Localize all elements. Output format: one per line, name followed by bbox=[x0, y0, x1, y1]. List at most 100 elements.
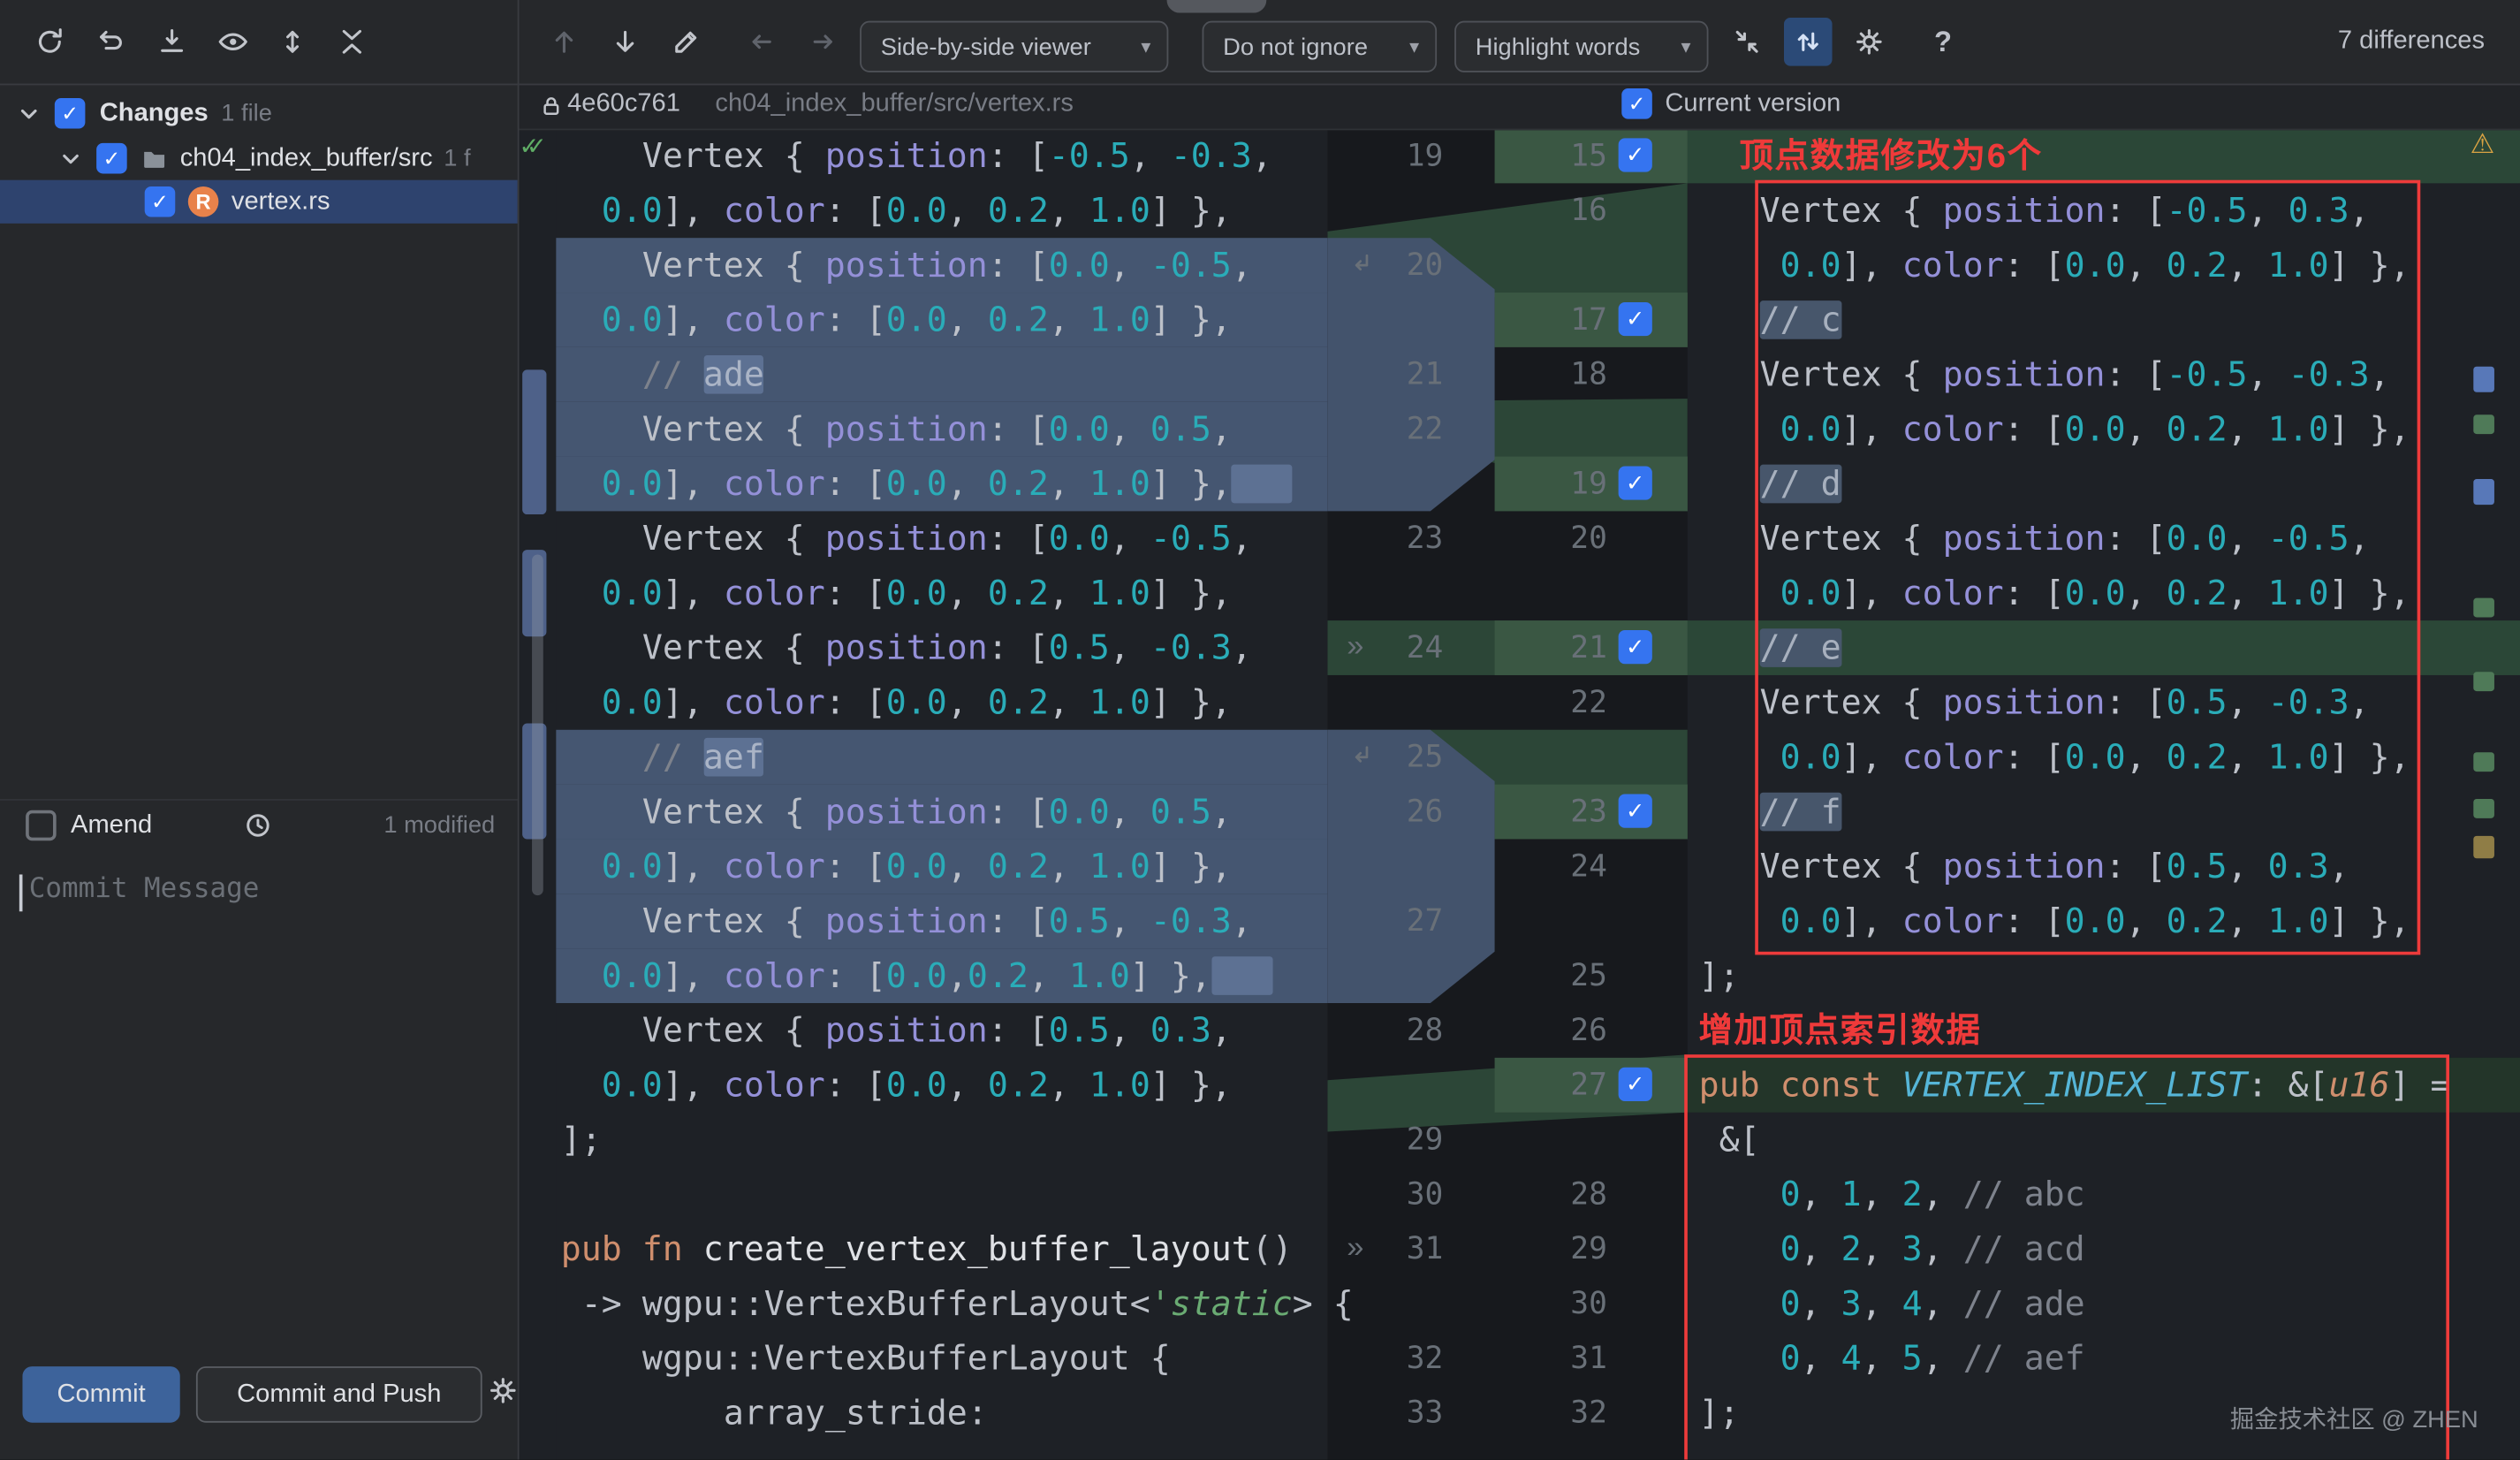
rollback-icon[interactable] bbox=[92, 22, 131, 61]
diff-row-right[interactable]: 0, 4, 5, // aef bbox=[1688, 1331, 2520, 1386]
code-line-left[interactable]: -> wgpu::VertexBufferLayout<'static> { bbox=[556, 1276, 1354, 1331]
diff-row-left[interactable]: 0.0], color: [0.0, 0.2, 1.0] }, bbox=[556, 293, 1328, 347]
diff-row-left[interactable]: wgpu::VertexBufferLayout { bbox=[556, 1331, 1327, 1386]
code-line-left[interactable]: 0.0], color: [0.0, 0.2, 1.0] }, bbox=[556, 293, 1327, 347]
changes-checkbox[interactable] bbox=[54, 97, 86, 129]
panel-divider[interactable] bbox=[517, 0, 520, 1460]
diff-chunk-checkbox[interactable] bbox=[1618, 466, 1652, 500]
code-line-left[interactable]: Vertex { position: [0.0, -0.5, bbox=[556, 511, 1327, 566]
commit-options-gear-icon[interactable] bbox=[487, 1374, 519, 1406]
diff-row-left[interactable]: // aef bbox=[556, 729, 1328, 785]
code-line-right[interactable]: 顶点数据修改为6个 bbox=[1688, 129, 2520, 186]
diff-row-left[interactable]: -> wgpu::VertexBufferLayout<'static> { bbox=[556, 1276, 1354, 1331]
diff-row-left[interactable]: Vertex { position: [0.0, 0.5, bbox=[556, 784, 1328, 840]
diff-row-left[interactable] bbox=[556, 1167, 1327, 1222]
code-line-right[interactable]: ]; bbox=[1688, 1386, 2520, 1441]
diff-row-right[interactable]: // d bbox=[1688, 457, 2520, 512]
current-version-checkbox[interactable] bbox=[1621, 88, 1652, 119]
expand-all-icon[interactable] bbox=[273, 22, 312, 61]
sync-scroll-icon[interactable] bbox=[1783, 18, 1833, 66]
diff-row-right[interactable]: 0.0], color: [0.0, 0.2, 1.0] }, bbox=[1688, 402, 2520, 457]
code-line-right[interactable]: &[ bbox=[1688, 1113, 2520, 1167]
stripe-mark[interactable] bbox=[2473, 479, 2494, 506]
code-line-left[interactable]: // ade bbox=[556, 347, 1327, 402]
code-line-left[interactable]: Vertex { position: [0.0, -0.5, bbox=[556, 238, 1327, 293]
chevron-down-icon[interactable] bbox=[16, 101, 42, 126]
code-line-right[interactable]: 0, 2, 3, // acd bbox=[1688, 1221, 2520, 1276]
code-line-left[interactable]: 0.0], color: [0.0, 0.2, 1.0] }, bbox=[556, 457, 1327, 512]
code-line-left[interactable]: 0.0], color: [0.0, 0.2, 1.0] }, bbox=[556, 566, 1327, 620]
diff-row-left[interactable]: Vertex { position: [0.0, 0.5, bbox=[556, 401, 1328, 457]
diff-row-left[interactable]: ]; bbox=[556, 1113, 1327, 1167]
file-tree-row-selected[interactable]: R vertex.rs bbox=[0, 179, 518, 224]
diff-row-right[interactable]: 0.0], color: [0.0, 0.2, 1.0] }, bbox=[1688, 730, 2520, 785]
diff-row-right[interactable]: // e bbox=[1687, 620, 2520, 675]
code-line-left[interactable]: 0.0], color: [0.0, 0.2, 1.0] }, bbox=[556, 1058, 1327, 1113]
code-line-left[interactable]: // aef bbox=[556, 730, 1327, 785]
diff-row-right[interactable]: 0, 2, 3, // acd bbox=[1688, 1221, 2520, 1276]
commit-button[interactable]: Commit bbox=[22, 1366, 180, 1423]
code-line-right[interactable]: Vertex { position: [0.0, -0.5, bbox=[1688, 511, 2520, 566]
folder-tree-row[interactable]: ch04_index_buffer/src 1 f bbox=[0, 137, 518, 180]
code-line-right[interactable]: 0.0], color: [0.0, 0.2, 1.0] }, bbox=[1688, 893, 2520, 948]
code-line-right[interactable]: 增加顶点索引数据 bbox=[1688, 1003, 2520, 1060]
diff-row-right[interactable]: Vertex { position: [-0.5, -0.3, bbox=[1688, 347, 2520, 402]
diff-row-left[interactable]: pub fn create_vertex_buffer_layout() bbox=[556, 1221, 1327, 1276]
code-line-right[interactable]: Vertex { position: [-0.5, -0.3, bbox=[1688, 347, 2520, 402]
help-icon[interactable]: ? bbox=[1924, 22, 1962, 61]
diff-row-right[interactable]: // c bbox=[1688, 293, 2520, 347]
stripe-mark[interactable] bbox=[2473, 672, 2494, 692]
diff-row-left[interactable]: // ade bbox=[556, 346, 1328, 402]
diff-chunk-checkbox[interactable] bbox=[1618, 138, 1652, 172]
stripe-mark[interactable] bbox=[2473, 752, 2494, 772]
diff-row-right[interactable]: Vertex { position: [0.0, -0.5, bbox=[1688, 511, 2520, 566]
code-line-left[interactable]: Vertex { position: [-0.5, -0.3, bbox=[556, 129, 1327, 184]
shelve-icon[interactable] bbox=[153, 22, 192, 61]
diff-row-right[interactable]: Vertex { position: [-0.5, 0.3, bbox=[1688, 183, 2520, 238]
diff-row-left[interactable]: 0.0], color: [0.0, 0.2, 1.0] }, bbox=[556, 839, 1328, 894]
code-line-right[interactable]: 0.0], color: [0.0, 0.2, 1.0] }, bbox=[1688, 566, 2520, 620]
preview-diff-icon[interactable] bbox=[214, 22, 253, 61]
code-line-left[interactable]: pub fn create_vertex_buffer_layout() bbox=[556, 1221, 1327, 1276]
diff-row-left[interactable]: 0.0], color: [0.0, 0.2, 1.0] }, bbox=[556, 566, 1327, 620]
diff-row-right[interactable]: 0.0], color: [0.0, 0.2, 1.0] }, bbox=[1688, 566, 2520, 620]
diff-row-left[interactable]: 0.0], color: [0.0, 0.2, 1.0] }, bbox=[556, 183, 1327, 238]
stripe-mark[interactable] bbox=[2473, 798, 2494, 818]
code-line-left[interactable]: wgpu::VertexBufferLayout { bbox=[556, 1331, 1327, 1386]
code-line-right[interactable]: Vertex { position: [0.5, -0.3, bbox=[1688, 675, 2520, 730]
diff-row-left[interactable]: Vertex { position: [0.5, 0.3, bbox=[556, 1003, 1327, 1058]
diff-row-left[interactable]: 0.0], color: [0.0, 0.2, 1.0] }, bbox=[556, 1058, 1327, 1113]
code-line-left[interactable]: Vertex { position: [0.5, -0.3, bbox=[556, 620, 1327, 675]
code-line-right[interactable]: 0, 3, 4, // ade bbox=[1688, 1276, 2520, 1331]
next-difference-icon[interactable] bbox=[606, 22, 645, 61]
code-line-left[interactable]: 0.0], color: [0.0, 0.2, 1.0] }, bbox=[556, 183, 1327, 238]
stripe-mark[interactable] bbox=[2473, 414, 2494, 435]
gear-icon[interactable] bbox=[1850, 22, 1889, 61]
commit-message-input[interactable]: Commit Message bbox=[29, 873, 260, 905]
diff-row-right[interactable]: Vertex { position: [0.5, -0.3, bbox=[1688, 675, 2520, 730]
diff-row-right[interactable]: 0, 1, 2, // abc bbox=[1688, 1167, 2520, 1222]
history-icon[interactable] bbox=[242, 810, 273, 841]
diff-row-left[interactable]: Vertex { position: [0.5, -0.3, bbox=[556, 893, 1328, 949]
diff-chunk-checkbox[interactable] bbox=[1618, 301, 1652, 337]
viewer-mode-select[interactable]: Side-by-side viewer ▾ bbox=[860, 20, 1169, 72]
code-line-left[interactable]: Vertex { position: [0.0, 0.5, bbox=[556, 402, 1327, 457]
scrollbar-thumb[interactable] bbox=[532, 554, 543, 896]
code-line-right[interactable]: // d bbox=[1688, 457, 2520, 512]
collapse-all-icon[interactable] bbox=[333, 22, 372, 61]
code-line-left[interactable]: Vertex { position: [0.0, 0.5, bbox=[556, 785, 1327, 840]
code-line-left[interactable]: array_stride: bbox=[556, 1386, 1327, 1441]
diff-row-right[interactable]: pub const VERTEX_INDEX_LIST: &[u16] = bbox=[1687, 1057, 2520, 1113]
diff-row-right[interactable]: ]; bbox=[1688, 1386, 2520, 1441]
collapse-unchanged-icon[interactable] bbox=[1727, 22, 1766, 61]
stripe-mark[interactable] bbox=[2473, 366, 2494, 392]
diff-chunk-checkbox[interactable] bbox=[1618, 794, 1652, 828]
commit-hash[interactable]: 4e60c761 bbox=[567, 90, 680, 119]
code-line-right[interactable]: 0.0], color: [0.0, 0.2, 1.0] }, bbox=[1688, 402, 2520, 457]
highlight-mode-select[interactable]: Highlight words ▾ bbox=[1454, 20, 1709, 72]
file-checkbox[interactable] bbox=[144, 186, 176, 217]
diff-row-right[interactable]: 0.0], color: [0.0, 0.2, 1.0] }, bbox=[1688, 238, 2520, 293]
folder-checkbox[interactable] bbox=[96, 142, 127, 174]
change-marker[interactable] bbox=[522, 369, 547, 515]
code-line-right[interactable]: 0.0], color: [0.0, 0.2, 1.0] }, bbox=[1688, 238, 2520, 293]
